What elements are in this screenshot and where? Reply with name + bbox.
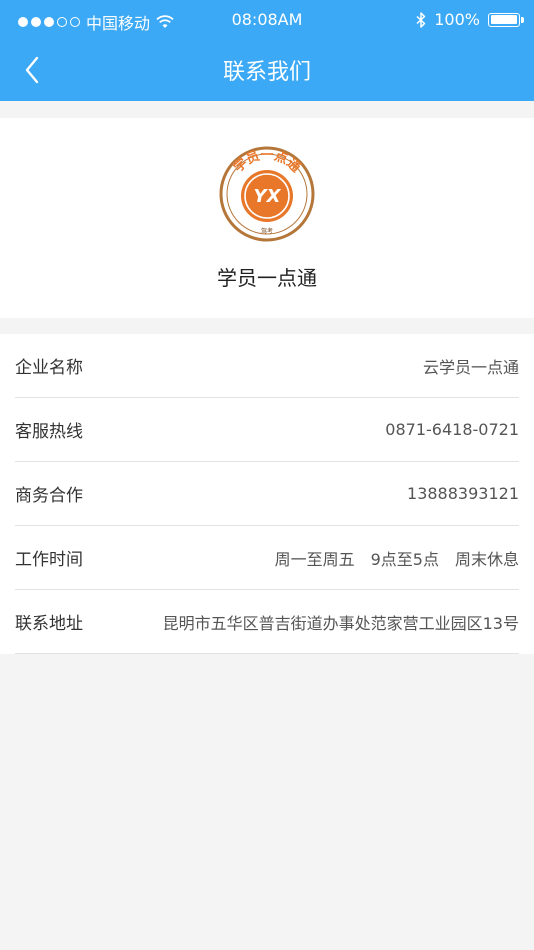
row-label: 工作时间	[15, 550, 83, 570]
contact-info-list: 企业名称 云学员一点通 客服热线 0871-6418-0721 商务合作 138…	[0, 334, 534, 654]
row-value: 昆明市五华区普吉街道办事处范家营工业园区13号	[162, 613, 519, 633]
svg-text:驾考: 驾考	[261, 227, 273, 235]
row-value: 周一至周五 9点至5点 周末休息	[274, 549, 519, 569]
row-label: 联系地址	[15, 614, 83, 634]
brand-section: 学员一点通 YX 驾考 学员一点通	[0, 118, 534, 318]
brand-name: 学员一点通	[217, 266, 317, 290]
row-value: 0871-6418-0721	[385, 420, 519, 439]
app-logo: 学员一点通 YX 驾考	[219, 146, 315, 242]
row-value: 云学员一点通	[422, 357, 519, 377]
row-hotline[interactable]: 客服热线 0871-6418-0721	[15, 398, 519, 462]
page-title: 联系我们	[222, 60, 311, 85]
status-right: 100%	[416, 10, 524, 29]
status-bar: 中国移动 08:08AM 100%	[0, 0, 534, 40]
row-label: 企业名称	[15, 358, 83, 378]
row-value: 13888393121	[407, 484, 519, 503]
nav-bar: 联系我们	[0, 40, 534, 101]
row-company-name: 企业名称 云学员一点通	[15, 334, 519, 398]
row-business[interactable]: 商务合作 13888393121	[15, 462, 519, 526]
row-label: 商务合作	[15, 486, 83, 506]
row-label: 客服热线	[15, 422, 83, 442]
svg-text:YX: YX	[254, 186, 282, 207]
top-bar: 中国移动 08:08AM 100% 联系我们	[0, 0, 534, 101]
row-address: 联系地址 昆明市五华区普吉街道办事处范家营工业园区13号	[15, 590, 519, 654]
battery-icon	[488, 12, 524, 27]
row-work-hours: 工作时间 周一至周五 9点至5点 周末休息	[15, 526, 519, 590]
bluetooth-icon	[416, 11, 426, 28]
battery-percent: 100%	[434, 10, 480, 29]
